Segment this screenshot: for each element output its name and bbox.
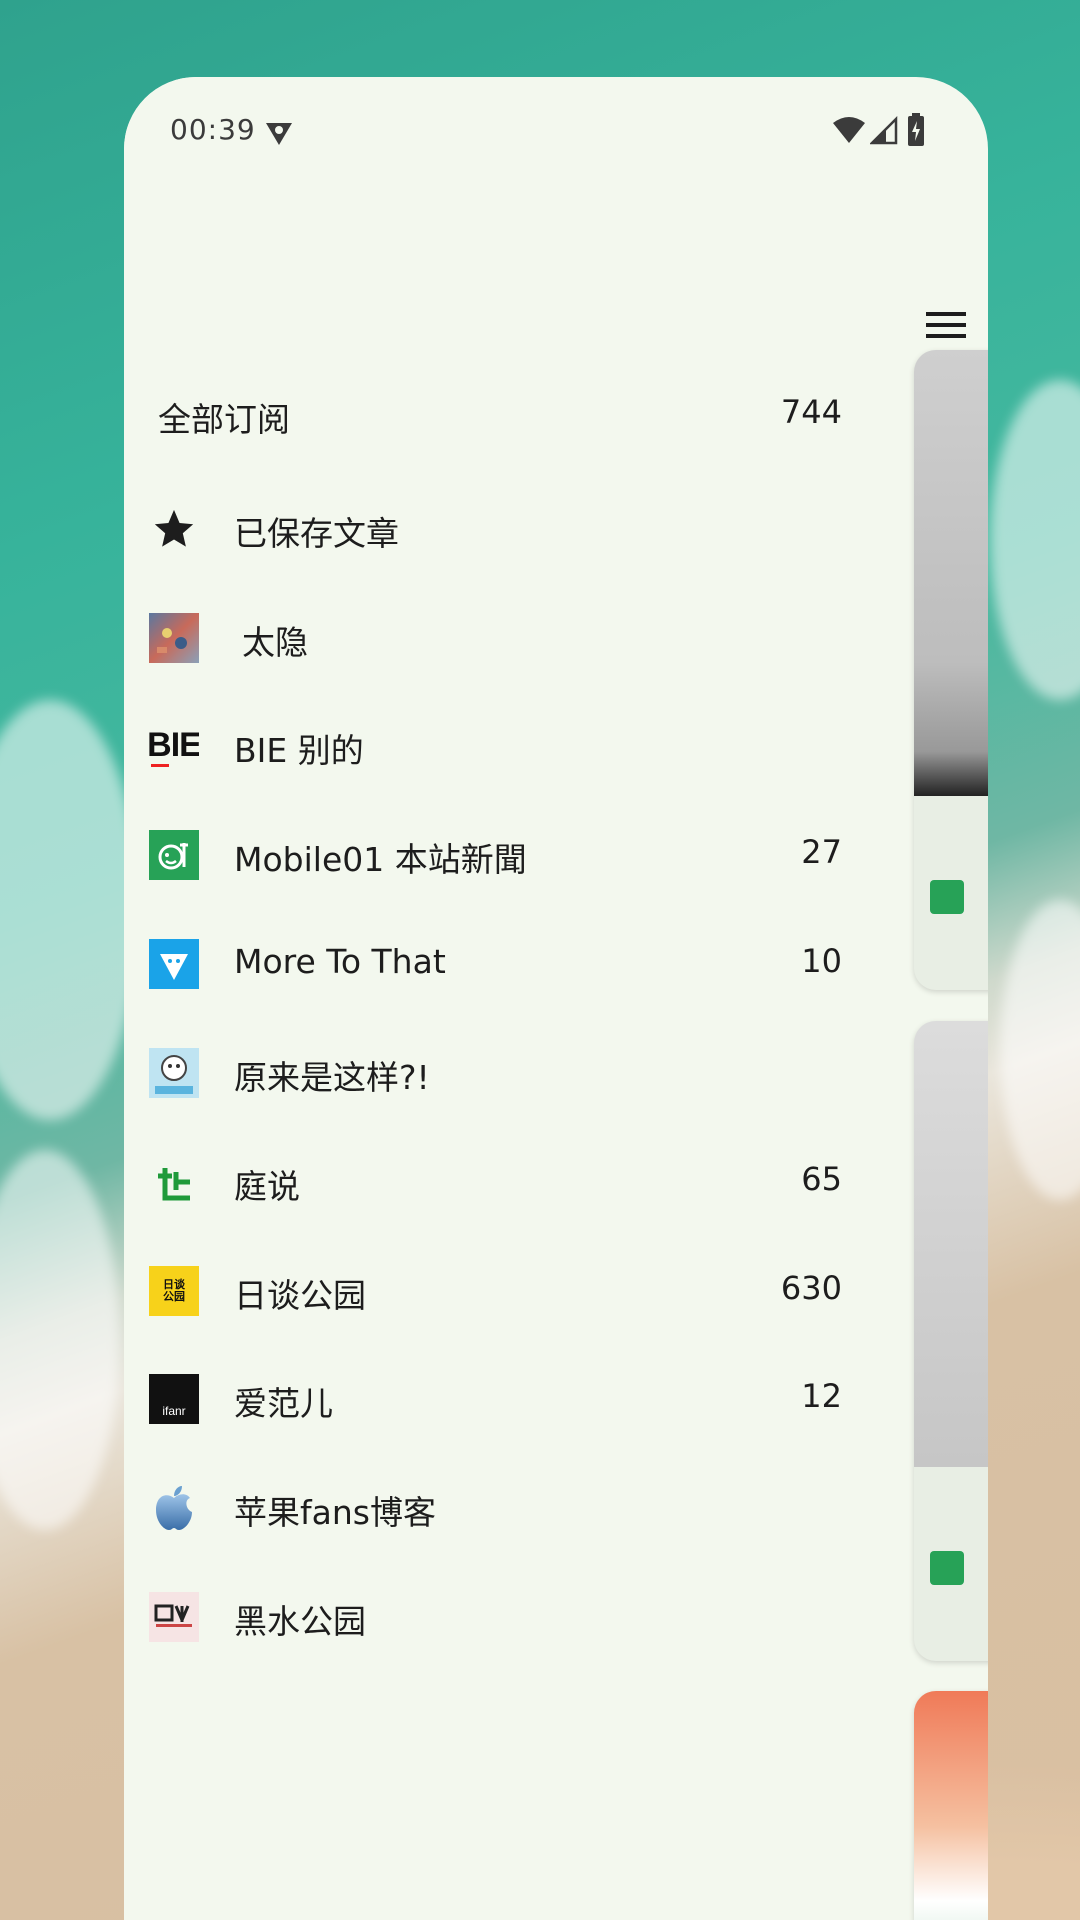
feed-item-mobile01[interactable]: Mobile01 本站新聞 27	[124, 803, 864, 911]
all-subscriptions-label: 全部订阅	[158, 400, 290, 439]
feed-item-bie[interactable]: BIE BIE 别的	[124, 694, 864, 802]
feed-label: 原来是这样?!	[234, 1058, 430, 1097]
ifanr-logo-text: ifanr	[162, 1404, 186, 1418]
feed-label: Mobile01 本站新聞	[234, 840, 527, 879]
wifi-icon	[833, 117, 865, 143]
ritan-logo-text: 日谈公园	[163, 1278, 185, 1303]
battery-charging-icon	[908, 113, 924, 146]
feed-item-more-to-that[interactable]: More To That 10	[124, 912, 864, 1020]
feed-item-heishui-park[interactable]: 黑水公园	[124, 1565, 864, 1673]
feed-item-ifanr[interactable]: ifanr 爱范儿 12	[124, 1347, 864, 1455]
heishui-logo-icon	[149, 1592, 199, 1642]
article-thumbnail	[914, 1021, 988, 1467]
feed-item-tingshuo[interactable]: 庭说 65	[124, 1130, 864, 1238]
feed-label: 太隐	[242, 623, 308, 662]
apple-logo-icon	[149, 1483, 199, 1533]
phone-screen: 00:39 全部订阅 744 已保存文章 太隐 BIE BIE 别的 Mobil…	[124, 77, 988, 1920]
feed-item-ritan-park[interactable]: 日谈公园 日谈公园 630	[124, 1239, 864, 1347]
feed-count: 27	[801, 833, 842, 871]
menu-button[interactable]	[914, 293, 978, 357]
article-card[interactable]	[914, 350, 988, 990]
ritan-park-logo-icon: 日谈公园	[149, 1266, 199, 1316]
all-subscriptions-row[interactable]: 全部订阅 744	[124, 367, 864, 477]
mobile01-logo-icon	[930, 880, 964, 914]
more-to-that-logo-icon	[149, 939, 199, 989]
feed-label: 已保存文章	[234, 514, 399, 553]
feed-count: 630	[780, 1269, 842, 1307]
vpn-key-icon	[266, 123, 292, 145]
feed-label: BIE 别的	[234, 731, 364, 770]
article-card[interactable]	[914, 1691, 988, 1920]
bie-logo-icon: BIE	[149, 721, 199, 771]
article-thumbnail	[914, 1691, 988, 1920]
feed-label: 黑水公园	[234, 1602, 366, 1641]
feed-item-saved-articles[interactable]: 已保存文章	[124, 477, 864, 585]
tingshuo-logo-icon	[149, 1157, 199, 1207]
feed-item-taiyin[interactable]: 太隐	[124, 586, 864, 694]
feed-count: 65	[801, 1160, 842, 1198]
subscription-drawer: 00:39 全部订阅 744 已保存文章 太隐 BIE BIE 别的 Mobil…	[124, 77, 864, 1920]
feed-label: More To That	[234, 942, 446, 981]
yuanlai-logo-icon	[149, 1048, 199, 1098]
feed-label: 日谈公园	[234, 1276, 366, 1315]
article-card[interactable]	[914, 1021, 988, 1661]
feed-count: 12	[801, 1377, 842, 1415]
article-thumbnail	[914, 350, 988, 796]
feed-label: 苹果fans博客	[234, 1493, 436, 1532]
star-icon	[149, 504, 199, 554]
bie-logo-text: BIE	[149, 725, 199, 764]
all-subscriptions-count: 744	[780, 393, 842, 431]
bie-underline	[151, 763, 169, 767]
feed-item-yuanlai[interactable]: 原来是这样?!	[124, 1021, 864, 1129]
status-time: 00:39	[170, 113, 256, 146]
feed-label: 庭说	[234, 1167, 300, 1206]
hamburger-menu-icon	[926, 312, 966, 338]
feed-count: 10	[801, 942, 842, 980]
taiyin-avatar-icon	[149, 613, 199, 663]
ifanr-logo-icon: ifanr	[149, 1374, 199, 1424]
feed-label: 爱范儿	[234, 1384, 333, 1423]
feed-item-apple-fans[interactable]: 苹果fans博客	[124, 1456, 864, 1564]
mobile01-logo-icon	[149, 830, 199, 880]
mobile01-logo-icon	[930, 1551, 964, 1585]
signal-icon	[870, 115, 898, 145]
